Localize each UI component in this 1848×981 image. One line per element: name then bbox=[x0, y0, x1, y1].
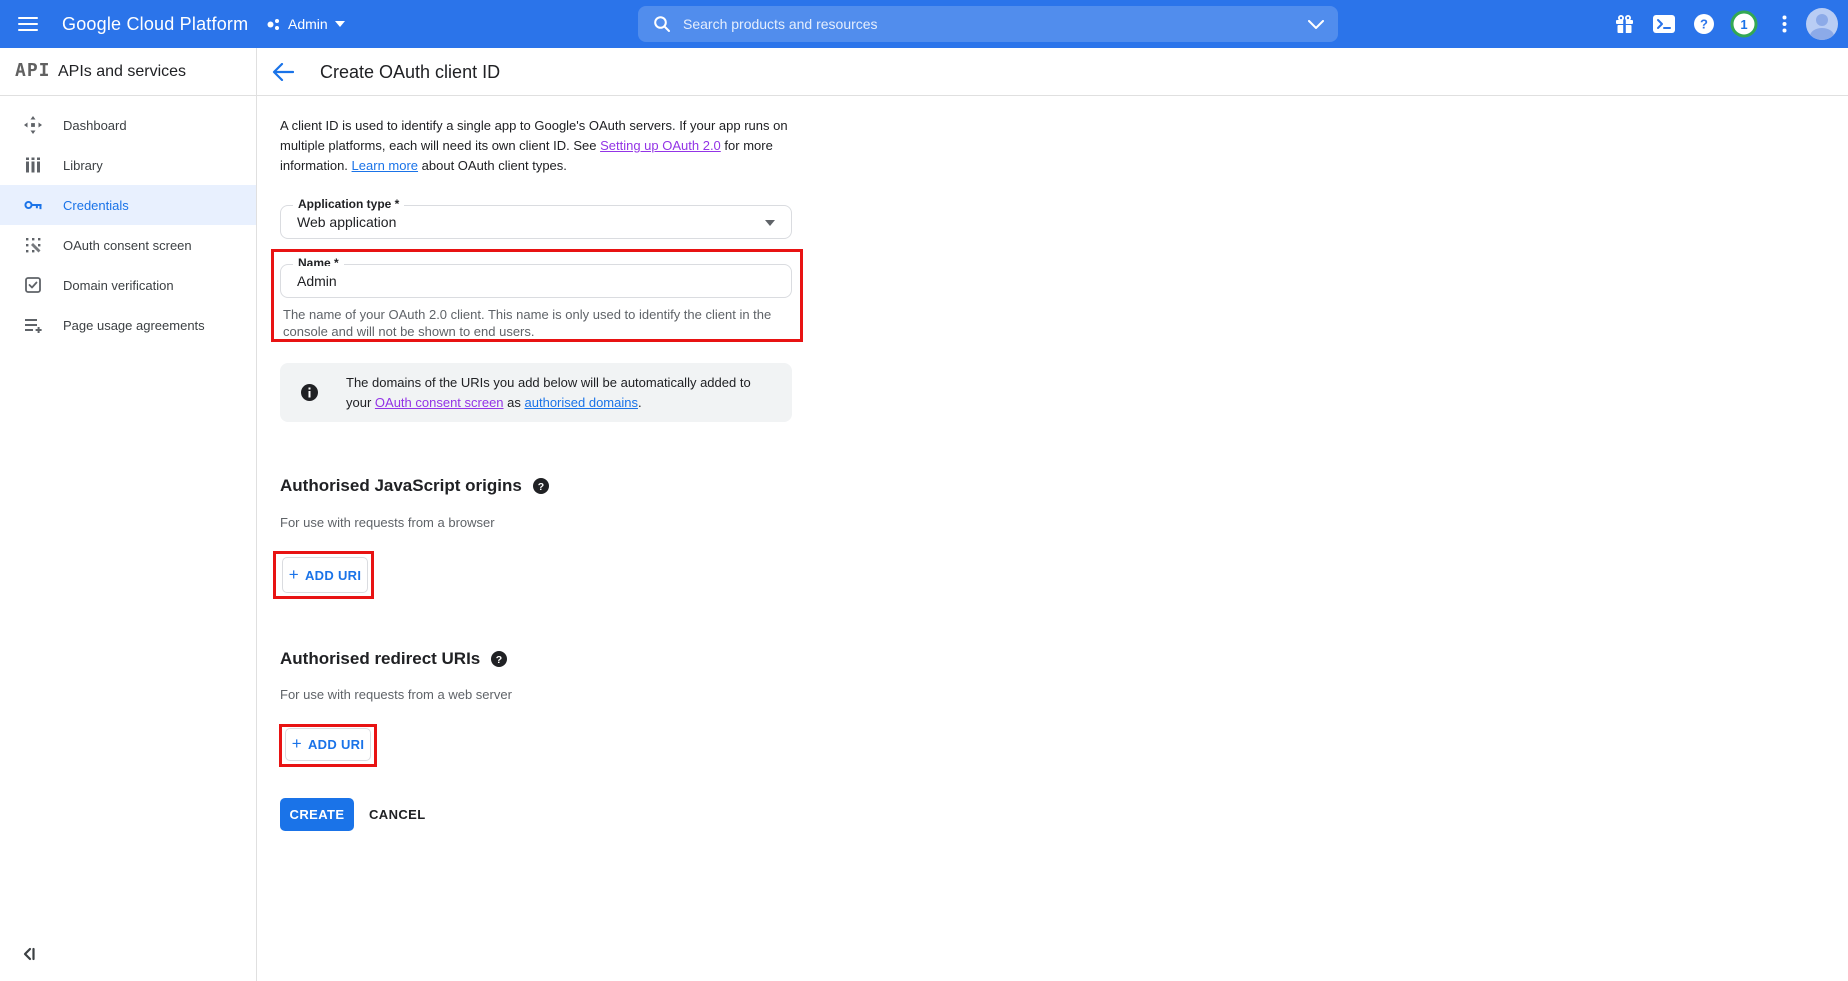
oauth-consent-screen-link[interactable]: OAuth consent screen bbox=[375, 395, 504, 410]
js-origins-subtext: For use with requests from a browser bbox=[280, 515, 495, 530]
info-box-text: The domains of the URIs you add below wi… bbox=[346, 373, 751, 413]
chevron-down-icon bbox=[335, 21, 345, 27]
gift-icon[interactable] bbox=[1604, 4, 1644, 44]
sidebar: Dashboard Library Credentials bbox=[0, 96, 256, 981]
application-type-select[interactable]: Application type * Web application bbox=[280, 205, 792, 239]
sidebar-item-label: Domain verification bbox=[63, 278, 174, 293]
setting-up-oauth-link[interactable]: Setting up OAuth 2.0 bbox=[600, 138, 721, 153]
add-uri-origins-button[interactable]: + ADD URI bbox=[282, 557, 368, 593]
js-origins-heading: Authorised JavaScript origins bbox=[280, 476, 522, 496]
redirect-uris-heading: Authorised redirect URIs bbox=[280, 649, 480, 669]
js-origins-heading-row: Authorised JavaScript origins ? bbox=[280, 476, 549, 496]
avatar[interactable] bbox=[1806, 8, 1838, 40]
svg-text:1: 1 bbox=[1740, 17, 1747, 32]
redirect-uris-subtext: For use with requests from a web server bbox=[280, 687, 512, 702]
search-icon bbox=[653, 15, 671, 33]
add-uri-redirect-button[interactable]: + ADD URI bbox=[285, 728, 371, 761]
page-usage-icon bbox=[24, 316, 42, 334]
sidebar-item-dashboard[interactable]: Dashboard bbox=[0, 105, 256, 145]
sidebar-item-page-usage[interactable]: Page usage agreements bbox=[0, 305, 256, 345]
search-input[interactable] bbox=[683, 16, 1308, 32]
cancel-button[interactable]: CANCEL bbox=[369, 798, 426, 831]
sidebar-item-label: Dashboard bbox=[63, 118, 127, 133]
svg-text:?: ? bbox=[538, 481, 544, 493]
intro-line2b: for more bbox=[721, 138, 773, 153]
sub-header: API APIs and services Create OAuth clien… bbox=[0, 48, 1848, 96]
project-icon bbox=[266, 17, 281, 32]
js-origins-help-icon[interactable]: ? bbox=[533, 478, 549, 494]
create-button[interactable]: CREATE bbox=[280, 798, 354, 831]
project-name: Admin bbox=[288, 16, 328, 32]
intro-line3a: information. bbox=[280, 158, 352, 173]
sidebar-item-oauth-consent[interactable]: OAuth consent screen bbox=[0, 225, 256, 265]
name-field[interactable]: Name * bbox=[280, 264, 792, 298]
back-arrow-icon[interactable] bbox=[270, 60, 296, 84]
consent-screen-icon bbox=[24, 236, 42, 254]
key-icon bbox=[24, 196, 42, 214]
appbar-actions: ? 1 bbox=[1604, 0, 1848, 48]
app-bar: Google Cloud Platform Admin bbox=[0, 0, 1848, 48]
notifications-badge[interactable]: 1 bbox=[1724, 4, 1764, 44]
main-content: A client ID is used to identify a single… bbox=[257, 96, 1848, 981]
svg-text:?: ? bbox=[1700, 17, 1708, 32]
info-icon bbox=[301, 384, 318, 406]
domain-verification-icon bbox=[24, 276, 42, 294]
search-expand-chevron-icon[interactable] bbox=[1308, 20, 1324, 29]
sidebar-item-library[interactable]: Library bbox=[0, 145, 256, 185]
intro-line1: A client ID is used to identify a single… bbox=[280, 118, 788, 133]
library-icon bbox=[24, 156, 42, 174]
plus-icon: + bbox=[292, 735, 302, 752]
search-bar[interactable] bbox=[638, 6, 1338, 42]
redirect-uris-help-icon[interactable]: ? bbox=[491, 651, 507, 667]
learn-more-link[interactable]: Learn more bbox=[352, 158, 418, 173]
api-logo: API bbox=[15, 60, 51, 81]
page-title: Create OAuth client ID bbox=[320, 48, 500, 96]
menu-icon[interactable] bbox=[16, 13, 40, 35]
project-switcher[interactable]: Admin bbox=[266, 0, 345, 48]
info-box: The domains of the URIs you add below wi… bbox=[280, 363, 792, 422]
intro-line2a: multiple platforms, each will need its o… bbox=[280, 138, 600, 153]
more-vert-icon[interactable] bbox=[1764, 4, 1804, 44]
application-type-value: Web application bbox=[297, 206, 396, 238]
gcp-logo[interactable]: Google Cloud Platform bbox=[62, 0, 248, 48]
help-icon[interactable]: ? bbox=[1684, 4, 1724, 44]
plus-icon: + bbox=[289, 566, 299, 583]
collapse-sidebar-icon[interactable] bbox=[20, 944, 40, 964]
sidebar-item-label: Credentials bbox=[63, 198, 129, 213]
sidebar-item-domain-verification[interactable]: Domain verification bbox=[0, 265, 256, 305]
dropdown-arrow-icon bbox=[765, 220, 775, 226]
intro-line3b: about OAuth client types. bbox=[418, 158, 567, 173]
sidebar-item-label: OAuth consent screen bbox=[63, 238, 192, 253]
intro-paragraph: A client ID is used to identify a single… bbox=[280, 116, 788, 176]
name-helper-text: The name of your OAuth 2.0 client. This … bbox=[283, 306, 771, 340]
sidebar-item-label: Library bbox=[63, 158, 103, 173]
svg-text:?: ? bbox=[496, 654, 502, 666]
sidebar-item-credentials[interactable]: Credentials bbox=[0, 185, 256, 225]
dashboard-icon bbox=[24, 116, 42, 134]
sidebar-item-label: Page usage agreements bbox=[63, 318, 205, 333]
redirect-uris-heading-row: Authorised redirect URIs ? bbox=[280, 649, 507, 669]
authorised-domains-link[interactable]: authorised domains bbox=[525, 395, 638, 410]
product-name: APIs and services bbox=[58, 48, 186, 96]
cloud-shell-icon[interactable] bbox=[1644, 4, 1684, 44]
name-input[interactable] bbox=[297, 266, 777, 296]
